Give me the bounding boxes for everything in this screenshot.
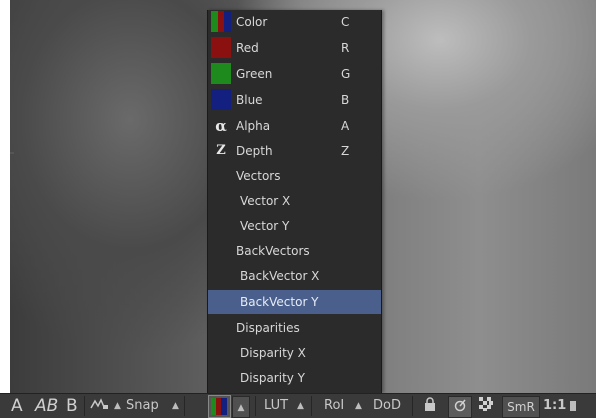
green-swatch-icon	[211, 63, 231, 84]
lut-button[interactable]: LUT	[264, 394, 288, 418]
menu-item-shortcut: Z	[341, 144, 350, 158]
channel-arrow-icon: ▲	[237, 403, 245, 413]
toolbar-divider	[311, 396, 312, 416]
menu-item-label: BackVector X	[240, 269, 320, 283]
menu-item-blue[interactable]: Blue B	[208, 88, 381, 112]
menu-item-label: BackVector Y	[240, 295, 319, 309]
snap-arrow-icon[interactable]: ▲	[114, 394, 121, 418]
menu-item-label: Red	[236, 41, 259, 55]
sync-icon	[454, 399, 466, 412]
snap-tool-icon[interactable]	[89, 394, 109, 418]
menu-item-vector-x[interactable]: Vector X	[208, 189, 381, 213]
menu-item-disparity-x[interactable]: Disparity X	[208, 341, 381, 365]
menu-item-vector-y[interactable]: Vector Y	[208, 214, 381, 238]
menu-item-disparities[interactable]: Disparities	[208, 316, 381, 340]
depth-icon: z	[216, 143, 226, 158]
view-ab-label: AB	[35, 396, 59, 416]
menu-item-label: BackVectors	[236, 244, 310, 258]
toolbar-divider	[184, 396, 185, 416]
roi-button[interactable]: RoI	[324, 394, 344, 418]
color-channel-icon	[211, 398, 227, 415]
menu-item-green[interactable]: Green G	[208, 62, 381, 86]
menu-item-depth[interactable]: z Depth Z	[208, 139, 381, 163]
menu-item-label: Vectors	[236, 169, 281, 183]
channel-select-button[interactable]	[208, 395, 231, 418]
toolbar-divider	[412, 396, 413, 416]
snap-button[interactable]: Snap	[126, 394, 159, 418]
menu-item-label: Disparity X	[240, 346, 306, 360]
smr-label: SmR	[507, 400, 535, 414]
zoom-ratio-button[interactable]: 1:1	[543, 394, 566, 418]
menu-item-label: Green	[236, 67, 273, 81]
menu-item-label: Disparity Y	[240, 371, 306, 385]
menu-item-red[interactable]: Red R	[208, 36, 381, 60]
menu-item-label: Blue	[236, 93, 263, 107]
menu-item-shortcut: G	[341, 67, 351, 81]
view-b-button[interactable]: B	[66, 394, 78, 418]
toolbar-more-icon[interactable]	[570, 394, 580, 418]
dod-button[interactable]: DoD	[373, 394, 401, 418]
checkerboard-icon[interactable]	[479, 394, 493, 418]
menu-item-shortcut: R	[341, 41, 350, 55]
alpha-icon: α	[215, 117, 227, 135]
menu-item-vectors[interactable]: Vectors	[208, 164, 381, 188]
menu-item-disparity-y[interactable]: Disparity Y	[208, 366, 381, 390]
menu-item-label: Alpha	[236, 119, 271, 133]
red-swatch-icon	[211, 37, 231, 58]
menu-item-label: Vector X	[240, 194, 291, 208]
menu-item-label: Depth	[236, 144, 273, 158]
smr-button[interactable]: SmR	[502, 396, 540, 418]
view-ab-button[interactable]: AB	[35, 394, 58, 418]
roi-arrow-icon[interactable]: ▲	[355, 394, 362, 418]
view-a-button[interactable]: A	[11, 394, 23, 418]
sync-toggle-button[interactable]	[448, 396, 472, 418]
menu-item-backvector-y[interactable]: BackVector Y	[208, 290, 381, 314]
lut-arrow-icon[interactable]: ▲	[297, 394, 304, 418]
lock-icon[interactable]	[424, 394, 436, 418]
channel-menu-arrow-button[interactable]: ▲	[232, 396, 250, 418]
snap-menu-arrow-icon[interactable]: ▲	[172, 394, 179, 418]
menu-item-shortcut: C	[341, 15, 350, 29]
toolbar-divider	[84, 396, 85, 416]
menu-item-shortcut: A	[341, 119, 350, 133]
channel-dropdown-menu: Color C Red R Green G Blue B α Alpha A z…	[207, 10, 382, 393]
menu-item-shortcut: B	[341, 93, 350, 107]
toolbar-divider	[255, 396, 256, 416]
menu-item-label: Vector Y	[240, 219, 290, 233]
viewer-toolbar: A AB B ▲ Snap ▲ ▲ LUT ▲ RoI ▲ DoD SmR 1:…	[0, 393, 596, 418]
menu-item-label: Disparities	[236, 321, 300, 335]
menu-item-backvectors[interactable]: BackVectors	[208, 239, 381, 263]
viewer-edge-mark	[10, 152, 14, 154]
blue-swatch-icon	[211, 89, 231, 110]
menu-item-color[interactable]: Color C	[208, 10, 381, 34]
menu-item-backvector-x[interactable]: BackVector X	[208, 264, 381, 288]
color-swatch-icon	[211, 11, 231, 32]
menu-item-alpha[interactable]: α Alpha A	[208, 114, 381, 138]
menu-item-label: Color	[236, 15, 268, 29]
